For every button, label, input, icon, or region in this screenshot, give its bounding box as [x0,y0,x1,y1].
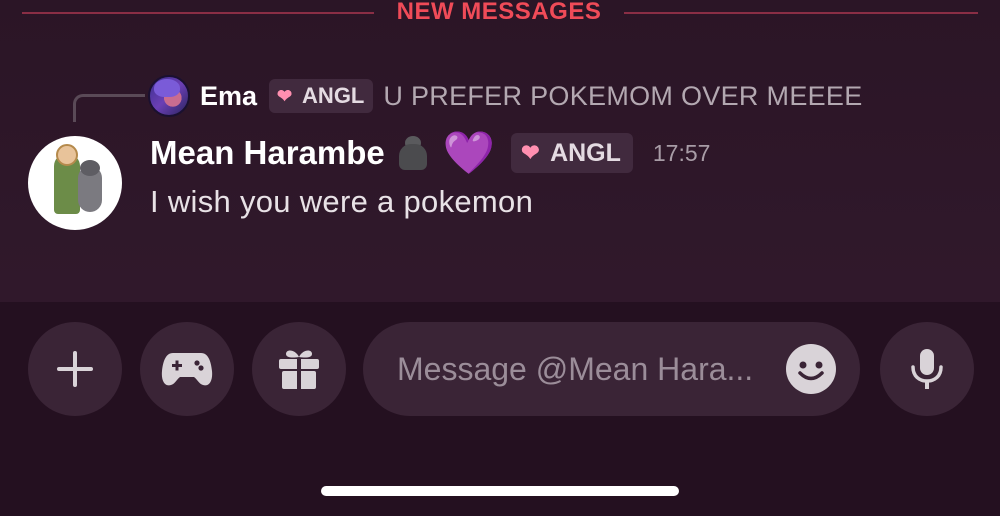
activities-button[interactable] [140,322,234,416]
gorilla-icon [393,134,433,172]
home-indicator[interactable] [321,486,679,496]
divider-line-left [22,12,374,14]
message-text[interactable]: I wish you were a pokemon [150,184,533,220]
reply-preview[interactable]: Ema ❤ ANGL U PREFER POKEMOM OVER MEEEE [148,74,863,118]
reply-text[interactable]: U PREFER POKEMOM OVER MEEEE [383,81,862,112]
emoji-button[interactable] [786,344,836,394]
voice-message-button[interactable] [880,322,974,416]
divider-line-right [624,12,978,14]
pink-heart-icon: ❤ [277,86,293,106]
microphone-icon [911,349,943,389]
purple-heart-icon: 💜 [442,128,496,177]
message-timestamp: 17:57 [652,139,711,166]
add-attachment-button[interactable] [28,322,122,416]
new-messages-label: NEW MESSAGES [396,0,602,25]
plus-icon [57,351,93,387]
message-tag-label: ANGL [550,138,621,167]
gift-icon [279,350,319,389]
reply-username[interactable]: Ema [200,81,257,112]
new-messages-divider: NEW MESSAGES [0,0,1000,30]
emoji-icon [798,361,824,381]
message-header: Mean Harambe 💜 ❤ ANGL 17:57 [150,130,710,176]
message-username[interactable]: Mean Harambe [150,134,385,172]
gift-button[interactable] [252,322,346,416]
message-clan-tag[interactable]: ❤ ANGL [511,133,633,173]
gamepad-icon [161,353,213,386]
reply-avatar[interactable] [148,75,190,117]
pink-heart-icon: ❤ [521,140,540,165]
reply-clan-tag[interactable]: ❤ ANGL [269,79,374,113]
avatar[interactable] [28,136,122,230]
reply-tag-label: ANGL [302,83,365,108]
reply-connector-line [73,94,145,122]
